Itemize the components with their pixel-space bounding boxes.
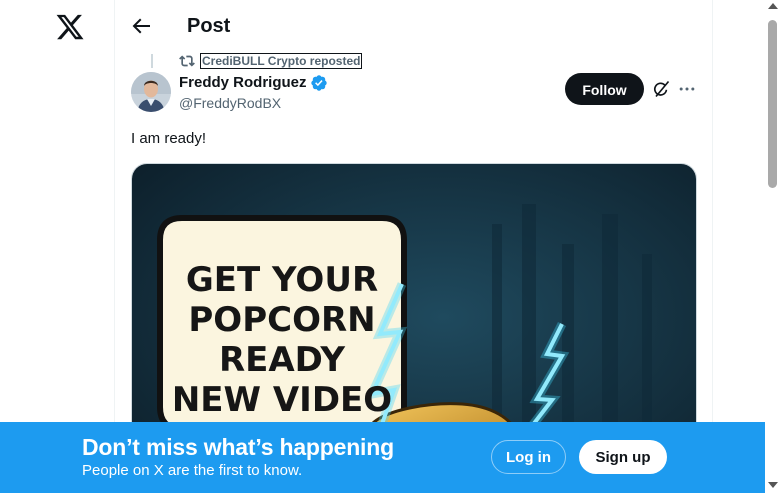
repost-icon bbox=[179, 55, 195, 67]
more-options-icon[interactable] bbox=[677, 79, 697, 99]
back-arrow-icon[interactable] bbox=[129, 14, 153, 38]
scroll-down-arrow-icon[interactable] bbox=[768, 482, 778, 488]
media-text-line-3: READY bbox=[219, 340, 345, 380]
media-text-line-1: GET YOUR bbox=[186, 260, 378, 300]
author-name-text: Freddy Rodriguez bbox=[179, 74, 307, 91]
avatar-image bbox=[131, 72, 171, 112]
media-text-line-2: POPCORN bbox=[188, 300, 375, 340]
scrollbar[interactable] bbox=[765, 0, 780, 493]
author-name[interactable]: Freddy Rodriguez bbox=[179, 74, 328, 92]
grok-icon[interactable] bbox=[651, 79, 671, 99]
scroll-thumb[interactable] bbox=[768, 20, 777, 188]
repost-context: CrediBULL Crypto reposted bbox=[179, 52, 363, 70]
banner-heading: Don’t miss what’s happening bbox=[82, 434, 394, 460]
thread-line bbox=[151, 54, 153, 68]
signup-button[interactable]: Sign up bbox=[579, 440, 667, 474]
banner-subtext: People on X are the first to know. bbox=[82, 462, 303, 479]
scroll-up-arrow-icon[interactable] bbox=[768, 3, 778, 9]
x-logo-icon[interactable] bbox=[55, 12, 85, 42]
author-handle[interactable]: @FreddyRodBX bbox=[179, 94, 281, 112]
page-title: Post bbox=[187, 15, 231, 37]
media-text-line-4: NEW VIDEO bbox=[172, 380, 392, 420]
verified-badge-icon bbox=[310, 75, 327, 91]
post-text: I am ready! bbox=[131, 130, 207, 147]
avatar[interactable] bbox=[131, 72, 171, 112]
left-nav bbox=[0, 0, 114, 493]
repost-label[interactable]: CrediBULL Crypto reposted bbox=[199, 53, 363, 69]
follow-button[interactable]: Follow bbox=[565, 73, 644, 105]
main-column: Post CrediBULL Crypto reposted Freddy Ro… bbox=[114, 0, 713, 493]
login-button[interactable]: Log in bbox=[491, 440, 566, 474]
page-header: Post bbox=[115, 0, 712, 52]
